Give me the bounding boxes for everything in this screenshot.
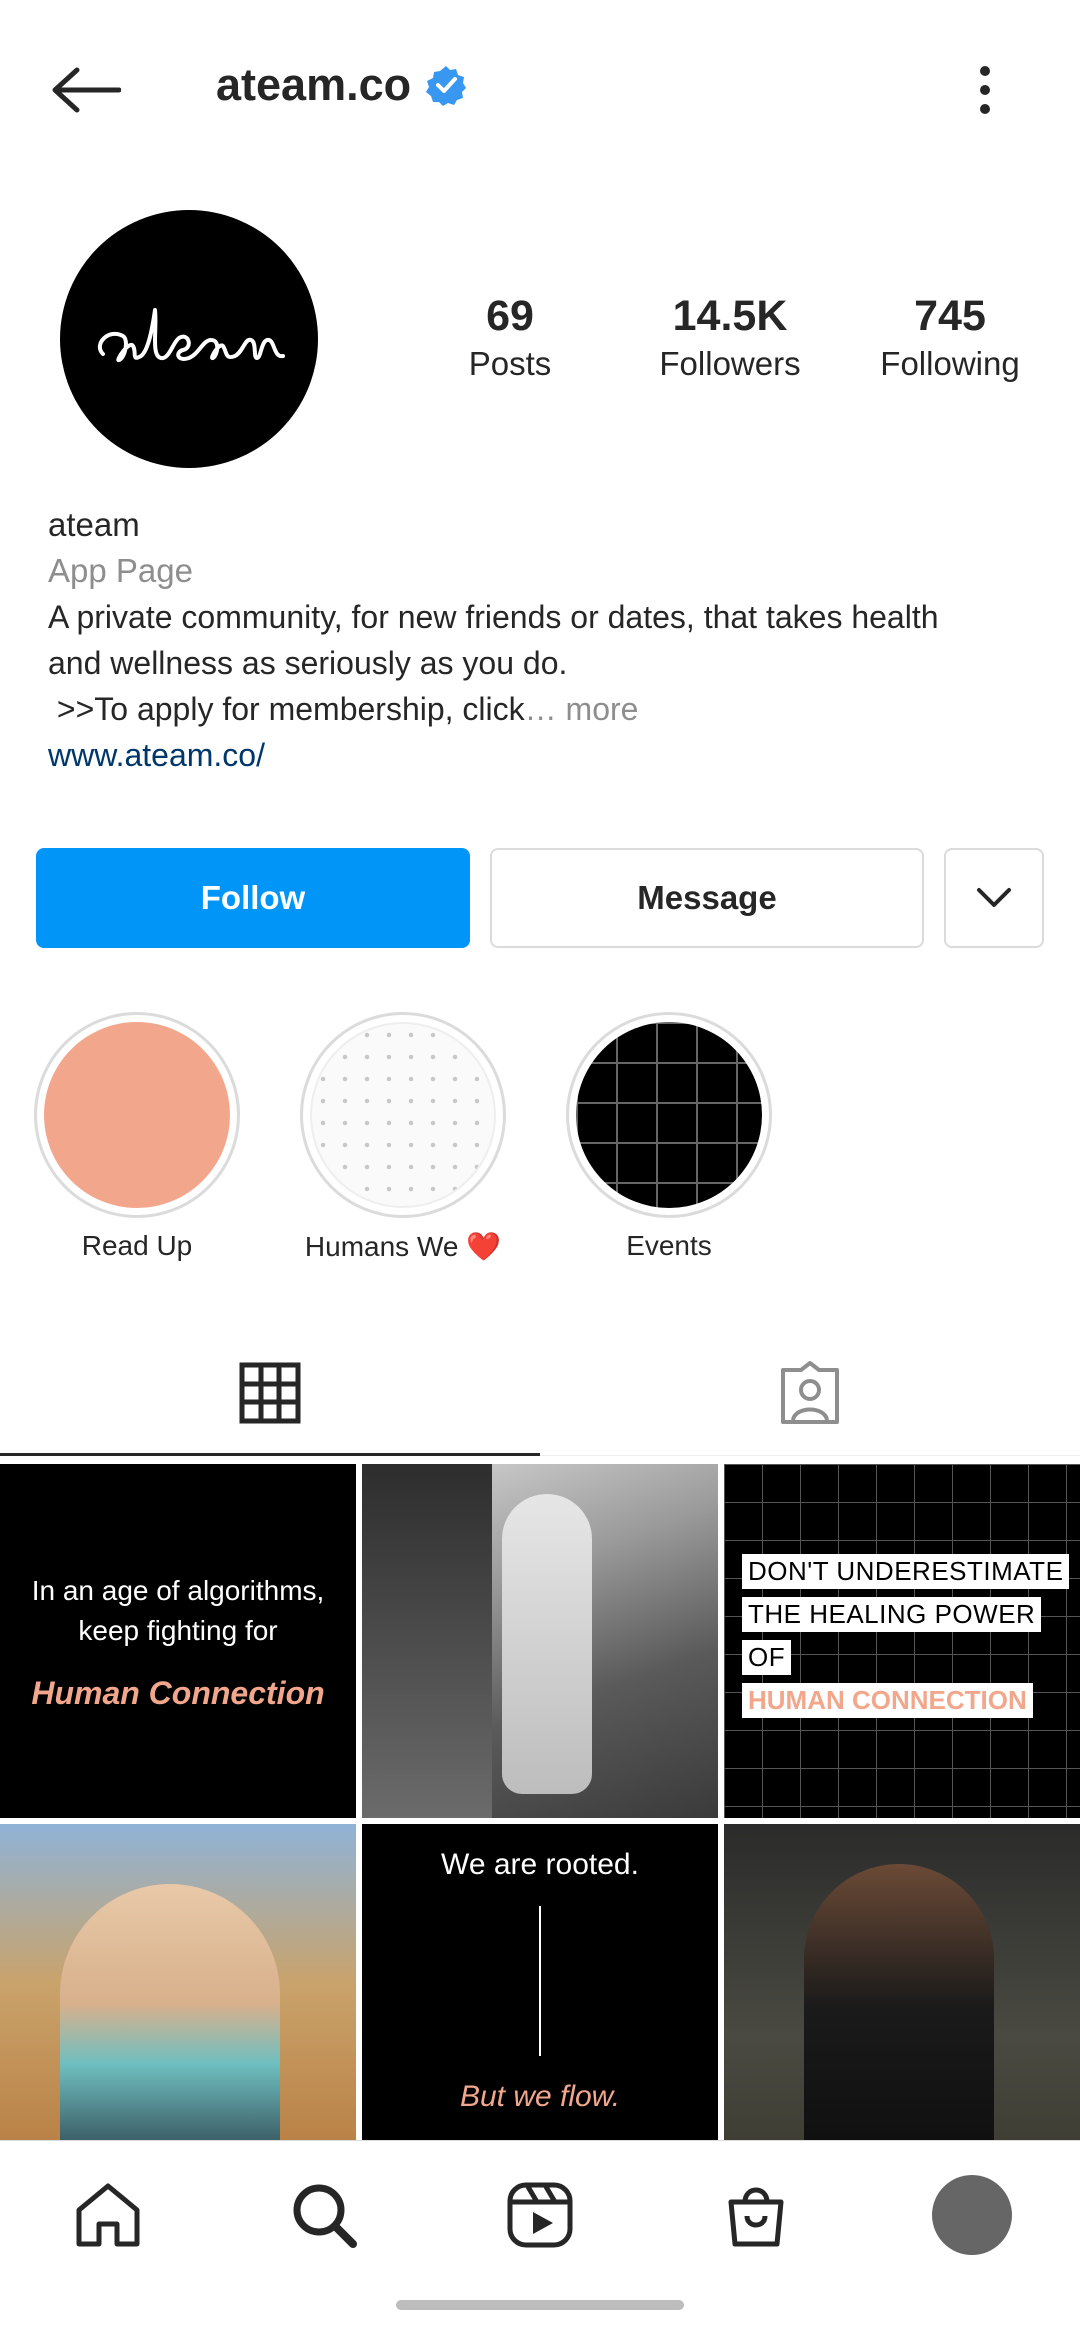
highlight-ring xyxy=(34,1012,240,1218)
back-arrow-icon[interactable] xyxy=(40,50,130,130)
grid-icon xyxy=(239,1362,301,1423)
bio-line-2: and wellness as seriously as you do. xyxy=(48,645,568,681)
tagged-person-icon xyxy=(781,1360,839,1424)
following-value: 745 xyxy=(914,292,986,340)
nav-reels[interactable] xyxy=(490,2165,590,2265)
post-thumbnail[interactable] xyxy=(362,1464,718,1818)
following-count[interactable]: 745 Following xyxy=(840,290,1060,400)
highlight-label: Humans We ❤️ xyxy=(304,1231,502,1262)
followers-value: 14.5K xyxy=(672,292,788,340)
following-label: Following xyxy=(880,345,1020,382)
bio-line-1: A private community, for new friends or … xyxy=(48,599,939,635)
post-thumbnail[interactable]: DON'T UNDERESTIMATE THE HEALING POWER OF… xyxy=(724,1464,1080,1818)
post-divider-line xyxy=(539,1906,541,2056)
post-tag-text: DON'T UNDERESTIMATE xyxy=(742,1554,1070,1589)
profile-bio: ateam App Page A private community, for … xyxy=(48,502,1048,778)
home-icon xyxy=(76,2183,140,2246)
nav-home[interactable] xyxy=(58,2165,158,2265)
posts-label: Posts xyxy=(468,345,552,382)
highlight-read-up[interactable]: Read Up xyxy=(34,1012,240,1272)
post-tag-text: OF xyxy=(742,1640,792,1675)
nav-search[interactable] xyxy=(274,2165,374,2265)
profile-stats: 69 Posts 14.5K Followers 745 Following xyxy=(400,290,1060,400)
follow-button[interactable]: Follow xyxy=(36,848,470,948)
ateam-logo-icon xyxy=(97,308,285,363)
post-thumbnail[interactable] xyxy=(0,1824,356,2178)
category-label: App Page xyxy=(48,552,193,589)
highlight-label: Events xyxy=(626,1230,712,1261)
search-icon xyxy=(293,2184,357,2248)
post-image-person xyxy=(502,1494,592,1794)
profile-username: ateam.co xyxy=(216,50,467,120)
display-name: ateam xyxy=(48,506,140,543)
message-button[interactable]: Message xyxy=(490,848,924,948)
post-thumbnail[interactable]: We are rooted. But we flow. xyxy=(362,1824,718,2178)
home-indicator[interactable] xyxy=(396,2300,684,2310)
highlight-events[interactable]: Events xyxy=(566,1012,772,1272)
highlight-humans-we[interactable]: Humans We ❤️ xyxy=(300,1012,506,1272)
profile-avatar-icon xyxy=(932,2174,1012,2255)
profile-avatar[interactable] xyxy=(60,210,318,468)
post-image-man xyxy=(804,1864,994,2178)
nav-profile[interactable] xyxy=(922,2165,1022,2265)
post-thumbnail[interactable]: In an age of algorithms, keep fighting f… xyxy=(0,1464,356,1818)
bottom-navigation xyxy=(0,2140,1080,2288)
followers-count[interactable]: 14.5K Followers xyxy=(620,290,840,400)
highlight-cover xyxy=(310,1022,496,1208)
nav-shop[interactable] xyxy=(706,2165,806,2265)
highlight-cover xyxy=(576,1022,762,1208)
more-link[interactable]: … more xyxy=(525,691,639,727)
tab-tagged[interactable] xyxy=(540,1330,1080,1455)
post-accent-text: Human Connection xyxy=(31,1674,325,1711)
highlight-cover xyxy=(44,1022,230,1208)
story-highlights: Read Up Humans We ❤️ Events xyxy=(34,1012,1034,1272)
profile-tabs xyxy=(0,1330,1080,1456)
shopping-bag-icon xyxy=(728,2187,784,2246)
highlight-label: Read Up xyxy=(81,1230,193,1261)
post-tag-accent: HUMAN CONNECTION xyxy=(742,1683,1033,1718)
post-caption: In an age of algorithms, keep fighting f… xyxy=(31,1574,325,1646)
suggested-dropdown-button[interactable] xyxy=(944,848,1044,948)
post-image-athlete xyxy=(60,1884,280,2178)
post-image-building xyxy=(362,1464,492,1818)
reels-icon xyxy=(507,2182,573,2247)
bio-line-3-text: >>To apply for membership, click xyxy=(48,691,525,727)
posts-grid: In an age of algorithms, keep fighting f… xyxy=(0,1464,1080,2178)
tab-posts-grid[interactable] xyxy=(0,1330,540,1456)
top-bar: ateam.co xyxy=(0,0,1080,180)
profile-actions: Follow Message xyxy=(36,848,1044,948)
verified-badge-icon xyxy=(425,64,467,106)
post-tag-text: THE HEALING POWER xyxy=(742,1597,1042,1632)
posts-value: 69 xyxy=(486,292,534,340)
followers-label: Followers xyxy=(659,345,801,382)
post-thumbnail[interactable] xyxy=(724,1824,1080,2178)
posts-count[interactable]: 69 Posts xyxy=(400,290,620,400)
username-text: ateam.co xyxy=(216,59,412,110)
website-link[interactable]: www.ateam.co/ xyxy=(48,732,1048,778)
more-options-icon[interactable] xyxy=(950,50,1020,130)
post-caption-bottom: But we flow. xyxy=(459,2080,621,2113)
bio-line-3: >>To apply for membership, click… more xyxy=(48,686,1048,732)
post-caption-top: We are rooted. xyxy=(441,1848,639,1881)
chevron-down-icon xyxy=(977,888,1011,907)
highlight-ring xyxy=(300,1012,506,1218)
highlight-ring xyxy=(566,1012,772,1218)
